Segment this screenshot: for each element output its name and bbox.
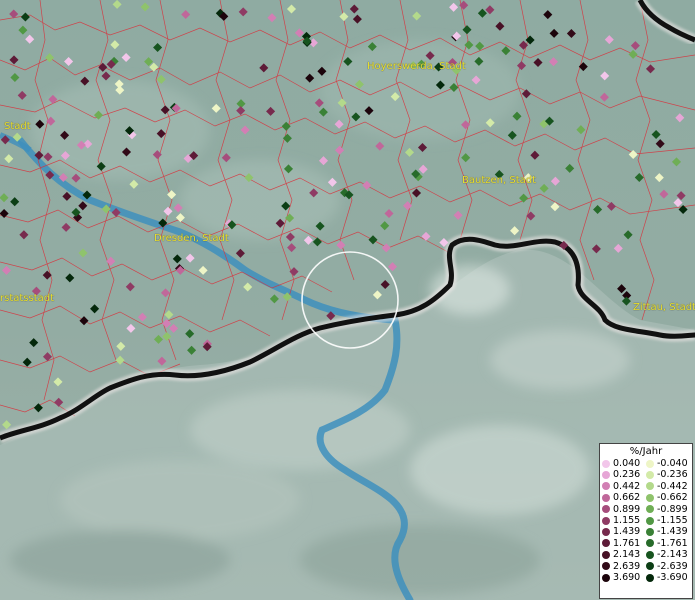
legend-label: 0.040: [613, 458, 641, 469]
map-view[interactable]: Hoyerswerda, Stadt Stadt Bautzen, Stadt …: [0, 0, 695, 600]
legend-item-negative: -3.690: [646, 572, 694, 583]
legend-label: 0.899: [613, 503, 641, 515]
legend-label: -2.143: [657, 549, 688, 561]
legend-swatch: [646, 493, 654, 502]
legend-item-positive: 0.040: [602, 458, 646, 469]
legend-item-negative: -1.761: [646, 538, 694, 549]
legend-swatch: [602, 471, 610, 480]
legend-label: -0.442: [657, 480, 688, 492]
legend-swatch: [646, 550, 654, 559]
legend-swatch: [646, 562, 654, 571]
legend-title: %/Jahr: [629, 446, 663, 457]
legend-swatch: [602, 562, 610, 571]
legend-item-negative: -0.442: [646, 481, 694, 492]
legend-swatch: [602, 505, 610, 514]
legend-item-negative: -0.040: [646, 458, 694, 469]
city-label-bautzen: Bautzen, Stadt: [462, 175, 537, 186]
city-label-zittau: Zittau, Stadt: [633, 302, 695, 313]
legend-swatch: [602, 539, 610, 548]
legend-label: 0.442: [613, 480, 641, 492]
legend-swatch: [646, 516, 654, 525]
legend-label: 0.662: [613, 492, 641, 504]
legend-label: 2.639: [613, 560, 641, 572]
legend-label: -3.690: [657, 571, 688, 583]
legend-label: 3.690: [613, 571, 641, 583]
legend-item-negative: -0.236: [646, 469, 694, 480]
legend-item-negative: -1.155: [646, 515, 694, 526]
legend-item-negative: -2.143: [646, 549, 694, 560]
legend-label: 0.236: [613, 469, 641, 481]
legend-label: -0.040: [657, 458, 688, 469]
legend-swatch: [646, 482, 654, 491]
legend-item-positive: 0.236: [602, 469, 646, 480]
legend-item-negative: -0.662: [646, 492, 694, 503]
legend-item-negative: -2.639: [646, 561, 694, 572]
legend-swatch: [602, 528, 610, 537]
legend-label: 1.155: [613, 514, 641, 526]
legend-label: -1.439: [657, 526, 688, 538]
legend-item-positive: 2.639: [602, 561, 646, 572]
legend-item-positive: 1.155: [602, 515, 646, 526]
legend-item-positive: 3.690: [602, 572, 646, 583]
legend-label: -0.662: [657, 492, 688, 504]
legend-swatch: [602, 573, 610, 582]
legend-label: -0.899: [657, 503, 688, 515]
legend-label: -0.236: [657, 469, 688, 481]
legend-panel: %/Jahr 0.040 -0.040 0.236 -0.236 0.442 -0.442…: [599, 443, 693, 599]
legend-label: -1.155: [657, 514, 688, 526]
legend-item-positive: 1.439: [602, 526, 646, 537]
legend-label: -1.761: [657, 537, 688, 549]
legend-label: 2.143: [613, 549, 641, 561]
legend-swatch: [646, 505, 654, 514]
legend-label: 1.761: [613, 537, 641, 549]
legend-item-positive: 2.143: [602, 549, 646, 560]
legend-swatch: [602, 459, 610, 468]
legend-swatch: [646, 573, 654, 582]
legend-swatch: [646, 539, 654, 548]
city-label-dresden: Dresden, Stadt: [154, 233, 229, 244]
legend-label: -2.639: [657, 560, 688, 572]
legend-label: 1.439: [613, 526, 641, 538]
legend-swatch: [646, 528, 654, 537]
legend-swatch: [602, 516, 610, 525]
legend-item-negative: -1.439: [646, 526, 694, 537]
legend-grid: 0.040 -0.040 0.236 -0.236 0.442 -0.442 0.662 -0…: [602, 458, 692, 583]
legend-swatch: [602, 550, 610, 559]
legend-item-positive: 0.662: [602, 492, 646, 503]
city-label-rstatsstadt: rstatsstadt: [0, 293, 55, 304]
legend-item-negative: -0.899: [646, 504, 694, 515]
legend-item-positive: 0.442: [602, 481, 646, 492]
legend-swatch: [646, 459, 654, 468]
legend-swatch: [646, 471, 654, 480]
legend-item-positive: 1.761: [602, 538, 646, 549]
legend-swatch: [602, 482, 610, 491]
map-canvas[interactable]: [0, 0, 695, 600]
legend-item-positive: 0.899: [602, 504, 646, 515]
city-label-stadt-west: Stadt: [4, 121, 31, 132]
legend-swatch: [602, 493, 610, 502]
city-label-hoyerswerda: Hoyerswerda, Stadt: [367, 61, 466, 72]
